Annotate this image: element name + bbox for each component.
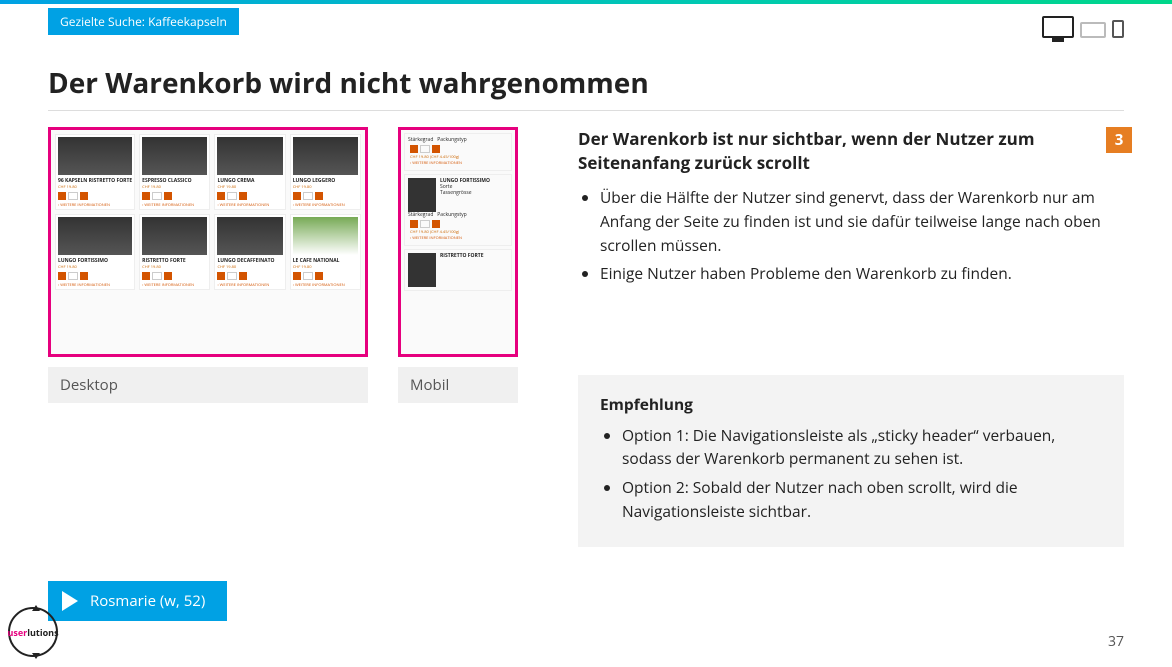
search-tag-badge: Gezielte Suche: Kaffeekapseln <box>48 8 239 35</box>
desktop-icon <box>1042 16 1074 38</box>
mobile-product-card: Stärkegrad Packungstyp CHF 19.80 (CHF 4.… <box>404 133 512 171</box>
page-number: 37 <box>1108 632 1124 651</box>
tablet-icon <box>1112 20 1124 38</box>
product-card: ESPRESSO CLASSICO CHF 19.80 › WEITERE IN… <box>139 134 210 210</box>
page-title: Der Warenkorb wird nicht wahrgenommen <box>48 64 1124 102</box>
recommendation-title: Empfehlung <box>600 393 1102 416</box>
screenshot-mobile-label: Mobil <box>398 367 518 403</box>
brand-logo: userlutions <box>8 607 58 657</box>
product-card: LUNGO FORTISSIMO CHF 19.80 › WEITERE INF… <box>55 214 135 290</box>
priority-badge: 3 <box>1106 127 1132 153</box>
recommendation-item: Option 2: Sobald der Nutzer nach oben sc… <box>622 476 1102 523</box>
product-card: LE CAFE NATIONAL CHF 19.80 › WEITERE INF… <box>290 214 361 290</box>
mobile-product-card: RISTRETTO FORTE <box>404 249 512 291</box>
finding-item: Einige Nutzer haben Probleme den Warenko… <box>600 261 1124 285</box>
product-card: 96 KAPSELN RISTRETTO FORTE CHF 19.80 › W… <box>55 134 135 210</box>
screenshot-mobile: Stärkegrad Packungstyp CHF 19.80 (CHF 4.… <box>398 127 518 357</box>
video-play-chip[interactable]: Rosmarie (w, 52) <box>48 581 227 621</box>
play-icon <box>62 591 78 611</box>
product-card: LUNGO CREMA CHF 19.80 › WEITERE INFORMAT… <box>214 134 285 210</box>
product-card: RISTRETTO FORTE CHF 19.80 › WEITERE INFO… <box>139 214 210 290</box>
finding-item: Über die Hälfte der Nutzer sind genervt,… <box>600 185 1124 257</box>
screenshot-desktop-label: Desktop <box>48 367 368 403</box>
recommendation-box: Empfehlung Option 1: Die Navigationsleis… <box>578 375 1124 547</box>
mobile-product-card: LUNGO FORTISSIMO Sorte Tassengrösse Stär… <box>404 174 512 246</box>
product-card: LUNGO LEGGERO CHF 19.80 › WEITERE INFORM… <box>290 134 361 210</box>
device-indicator <box>1042 16 1124 38</box>
screenshot-desktop: 96 KAPSELN RISTRETTO FORTE CHF 19.80 › W… <box>48 127 368 357</box>
video-participant-label: Rosmarie (w, 52) <box>90 591 205 611</box>
findings-list: Über die Hälfte der Nutzer sind genervt,… <box>578 185 1124 285</box>
recommendation-item: Option 1: Die Navigationsleiste als „sti… <box>622 424 1102 471</box>
findings-subheading: Der Warenkorb ist nur sichtbar, wenn der… <box>578 127 1124 175</box>
product-card: LUNGO DECAFFEINATO CHF 19.80 › WEITERE I… <box>214 214 285 290</box>
laptop-icon <box>1080 22 1106 38</box>
title-divider <box>48 110 1124 111</box>
